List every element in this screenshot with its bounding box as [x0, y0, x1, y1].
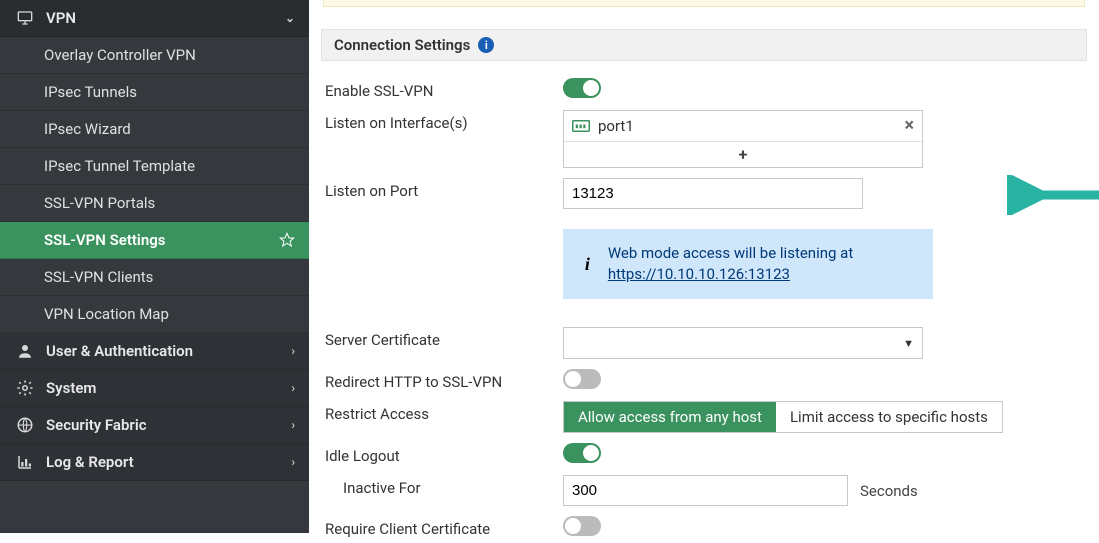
nav-user-auth[interactable]: User & Authentication › [0, 333, 309, 370]
star-icon[interactable] [279, 232, 295, 248]
section-title: Connection Settings [334, 36, 470, 54]
nav-system[interactable]: System › [0, 370, 309, 407]
interface-selector[interactable]: port1 × + [563, 110, 923, 168]
server-cert-select[interactable]: ▼ [563, 327, 923, 359]
label-inactive-for: Inactive For [325, 475, 563, 497]
chevron-right-icon: › [291, 381, 295, 395]
nav-log-report[interactable]: Log & Report › [0, 444, 309, 481]
gear-icon [14, 379, 36, 397]
remove-interface-button[interactable]: × [904, 117, 914, 135]
chart-icon [14, 453, 36, 471]
sidebar: VPN ⌄ Overlay Controller VPN IPsec Tunne… [0, 0, 309, 533]
info-msg: Web mode access will be listening at [608, 244, 853, 262]
web-mode-info: i Web mode access will be listening at h… [563, 229, 933, 299]
user-icon [14, 342, 36, 360]
label-listen-interfaces: Listen on Interface(s) [325, 110, 563, 132]
chevron-right-icon: › [291, 418, 295, 432]
chevron-right-icon: › [291, 344, 295, 358]
interface-chip-port1: port1 × [564, 111, 922, 141]
monitor-icon [14, 9, 36, 27]
label-require-client-cert: Require Client Certificate [325, 516, 563, 538]
nav-security-fabric-label: Security Fabric [46, 416, 291, 434]
nav-security-fabric[interactable]: Security Fabric › [0, 407, 309, 444]
sidebar-item-vpn-location-map[interactable]: VPN Location Map [0, 296, 309, 333]
nav-system-label: System [46, 379, 291, 397]
nav-log-report-label: Log & Report [46, 453, 291, 471]
sidebar-item-overlay-controller-vpn[interactable]: Overlay Controller VPN [0, 37, 309, 74]
add-interface-button[interactable]: + [564, 141, 922, 167]
chevron-down-icon: ▼ [903, 337, 914, 350]
chevron-down-icon: ⌄ [285, 11, 295, 25]
interface-name: port1 [598, 117, 634, 135]
seconds-label: Seconds [860, 482, 918, 500]
label-redirect-http: Redirect HTTP to SSL-VPN [325, 369, 563, 391]
sidebar-item-label: SSL-VPN Settings [44, 231, 165, 249]
sidebar-item-ssl-vpn-clients[interactable]: SSL-VPN Clients [0, 259, 309, 296]
toggle-require-client-cert[interactable] [563, 516, 601, 536]
section-connection-settings: Connection Settings i [321, 29, 1087, 61]
restrict-allow-any[interactable]: Allow access from any host [564, 402, 776, 432]
label-server-cert: Server Certificate [325, 327, 563, 349]
top-alert-strip [323, 0, 1085, 7]
sidebar-item-ipsec-tunnels[interactable]: IPsec Tunnels [0, 74, 309, 111]
sidebar-item-ssl-vpn-portals[interactable]: SSL-VPN Portals [0, 185, 309, 222]
label-enable-ssl: Enable SSL-VPN [325, 78, 563, 100]
info-icon: i [581, 255, 594, 273]
restrict-access-group: Allow access from any host Limit access … [563, 401, 1003, 433]
port-icon [572, 120, 590, 132]
listening-url-link[interactable]: https://10.10.10.126:13123 [608, 265, 790, 283]
main-content: Connection Settings i Enable SSL-VPN Lis… [309, 0, 1099, 533]
label-restrict-access: Restrict Access [325, 401, 563, 423]
nav-user-auth-label: User & Authentication [46, 342, 291, 360]
inactive-input[interactable] [563, 475, 848, 506]
chevron-right-icon: › [291, 455, 295, 469]
label-listen-port: Listen on Port [325, 178, 563, 200]
sidebar-item-ipsec-tunnel-template[interactable]: IPsec Tunnel Template [0, 148, 309, 185]
nav-vpn[interactable]: VPN ⌄ [0, 0, 309, 37]
restrict-limit-specific[interactable]: Limit access to specific hosts [776, 402, 1002, 432]
toggle-redirect-http[interactable] [563, 369, 601, 389]
info-icon[interactable]: i [478, 37, 494, 53]
label-idle-logout: Idle Logout [325, 443, 563, 465]
fabric-icon [14, 416, 36, 434]
sidebar-item-ipsec-wizard[interactable]: IPsec Wizard [0, 111, 309, 148]
nav-vpn-label: VPN [46, 9, 285, 27]
toggle-idle-logout[interactable] [563, 443, 601, 463]
sidebar-item-ssl-vpn-settings[interactable]: SSL-VPN Settings [0, 222, 309, 259]
port-input[interactable] [563, 178, 863, 209]
toggle-enable-ssl[interactable] [563, 78, 601, 98]
